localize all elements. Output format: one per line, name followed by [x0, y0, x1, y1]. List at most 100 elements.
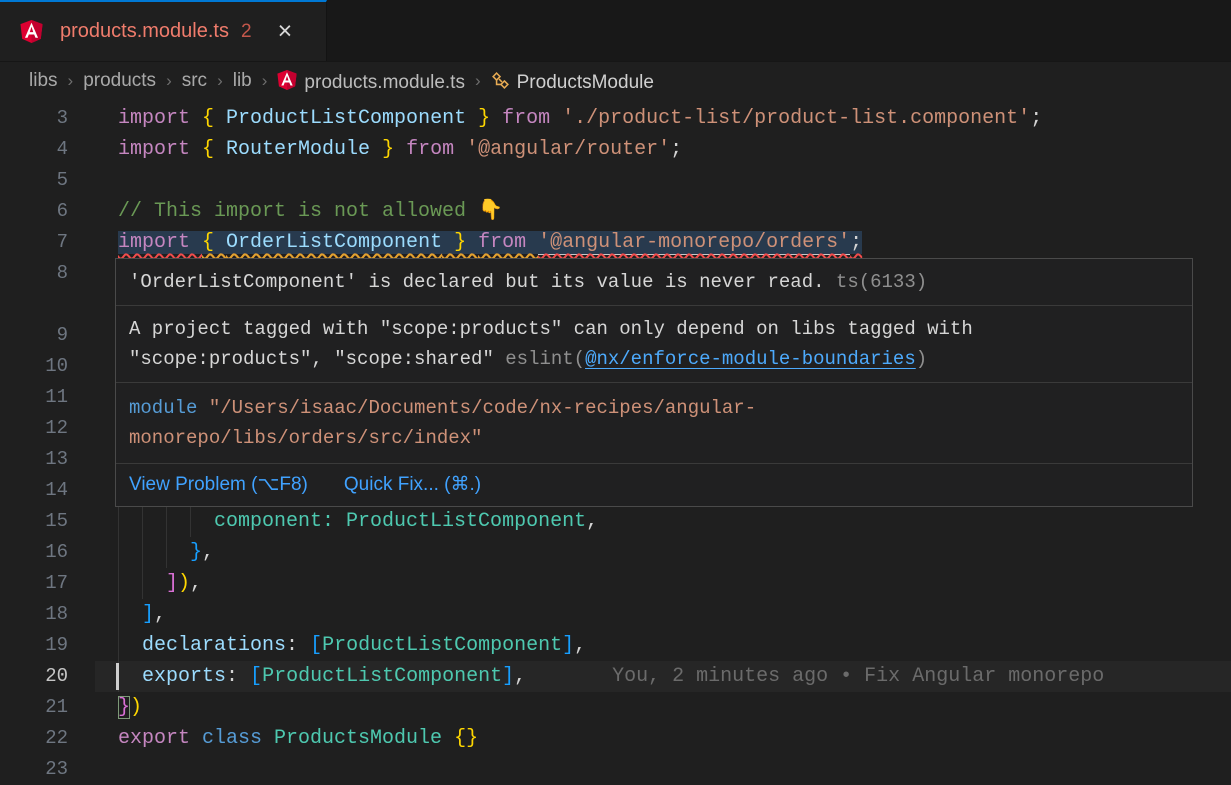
indent-guide	[166, 506, 167, 537]
code-line[interactable]: 6// This import is not allowed 👇	[0, 196, 1231, 227]
line-number[interactable]: 23	[0, 754, 95, 785]
code-token: '@angular-monorepo/orders'	[538, 231, 850, 255]
indent-guide	[142, 506, 143, 537]
module-path-hint: module "/Users/isaac/Documents/code/nx-r…	[116, 383, 1192, 464]
code-token: from	[478, 231, 538, 254]
module-path: "/Users/isaac/Documents/code/nx-recipes/…	[197, 397, 756, 419]
line-number[interactable]: 3	[0, 103, 95, 134]
code-line[interactable]: 18 ],	[0, 599, 1231, 630]
git-blame-annotation: You, 2 minutes ago • Fix Angular monorep…	[612, 665, 1104, 688]
line-content: // This import is not allowed 👇	[95, 196, 1231, 227]
quick-fix-action[interactable]: Quick Fix... (⌘.)	[344, 471, 481, 499]
code-line[interactable]: 22export class ProductsModule {}	[0, 723, 1231, 754]
code-token: import	[118, 138, 202, 161]
error-highlight: import { OrderListComponent } from '@ang…	[118, 231, 862, 254]
diagnostics-hover-popup: 'OrderListComponent' is declared but its…	[115, 258, 1193, 507]
line-number[interactable]: 14	[0, 475, 95, 506]
indent-whitespace	[118, 665, 142, 688]
line-number[interactable]: 12	[0, 413, 95, 444]
line-content: ]),	[95, 568, 1231, 599]
code-token: declarations	[142, 634, 286, 657]
close-icon[interactable]: ×	[278, 19, 293, 44]
line-number[interactable]: 19	[0, 630, 95, 661]
breadcrumb-item-libs[interactable]: libs	[29, 70, 58, 92]
code-line[interactable]: 7 import { OrderListComponent } from '@an…	[0, 227, 1231, 258]
code-token: './product-list/product-list.component'	[562, 107, 1030, 130]
line-number[interactable]: 7	[0, 227, 95, 258]
breadcrumb-item-products[interactable]: products	[83, 70, 156, 92]
line-number[interactable]: 8	[0, 258, 95, 289]
line-content: component: ProductListComponent,	[95, 506, 1231, 537]
eslint-rule-link[interactable]: @nx/enforce-module-boundaries	[585, 348, 916, 370]
code-token: ,	[574, 634, 586, 657]
code-token: ]	[562, 634, 574, 657]
line-number[interactable]: 22	[0, 723, 95, 754]
code-token: }	[370, 138, 406, 161]
code-token: ,	[190, 572, 202, 595]
indent-guide	[142, 537, 143, 568]
line-number[interactable]: 15	[0, 506, 95, 537]
breadcrumb-item-lib[interactable]: lib	[233, 70, 252, 92]
code-line[interactable]: 3import { ProductListComponent } from '.…	[0, 103, 1231, 134]
line-content: exports: [ProductListComponent],You, 2 m…	[95, 661, 1231, 692]
line-content	[95, 754, 1231, 785]
line-number[interactable]: 6	[0, 196, 95, 227]
line-number[interactable]: 17	[0, 568, 95, 599]
code-token: ,	[586, 510, 598, 533]
code-token: '@angular/router'	[466, 138, 670, 161]
indent-whitespace	[118, 541, 190, 564]
line-content: export class ProductsModule {}	[95, 723, 1231, 754]
code-token: )	[130, 696, 142, 719]
module-path-line2: monorepo/libs/orders/src/index"	[129, 423, 1179, 453]
line-number[interactable]: 20	[0, 661, 95, 692]
code-token: ]	[166, 572, 178, 595]
line-number[interactable]: 11	[0, 382, 95, 413]
diagnostic-boundary-message: A project tagged with "scope:products" c…	[116, 306, 1192, 383]
breadcrumb: libs › products › src › lib › products.m…	[0, 62, 1231, 100]
code-line[interactable]: 20 exports: [ProductListComponent],You, …	[0, 661, 1231, 692]
breadcrumb-item-file[interactable]: products.module.ts	[277, 68, 465, 94]
line-number[interactable]: 5	[0, 165, 95, 196]
angular-file-icon	[20, 20, 43, 43]
indent-guide	[118, 506, 119, 537]
code-line[interactable]: 16 },	[0, 537, 1231, 568]
breadcrumb-item-symbol[interactable]: ProductsModule	[491, 69, 654, 94]
line-number[interactable]: 9	[0, 320, 95, 351]
code-line[interactable]: 19 declarations: [ProductListComponent],	[0, 630, 1231, 661]
code-token: ,	[202, 541, 214, 564]
line-number[interactable]: 16	[0, 537, 95, 568]
code-token: RouterModule	[226, 138, 370, 161]
code-line[interactable]: 15 component: ProductListComponent,	[0, 506, 1231, 537]
editor-tab-products-module[interactable]: products.module.ts 2 ×	[0, 0, 327, 61]
code-line[interactable]: 4import { RouterModule } from '@angular/…	[0, 134, 1231, 165]
code-token: ]	[502, 665, 514, 688]
code-token: from	[406, 138, 466, 161]
code-token: ;	[670, 138, 682, 161]
view-problem-action[interactable]: View Problem (⌥F8)	[129, 471, 308, 499]
code-line[interactable]: 5	[0, 165, 1231, 196]
code-token: [	[250, 665, 262, 688]
code-token: {}	[454, 727, 478, 750]
code-line[interactable]: 23	[0, 754, 1231, 785]
code-token: :	[226, 665, 250, 688]
line-content: import { ProductListComponent } from './…	[95, 103, 1231, 134]
breadcrumb-item-src[interactable]: src	[182, 70, 207, 92]
line-number[interactable]: 13	[0, 444, 95, 475]
line-number[interactable]: 10	[0, 351, 95, 382]
line-number[interactable]: 18	[0, 599, 95, 630]
line-number[interactable]	[0, 289, 95, 320]
code-token: ,	[154, 603, 166, 626]
diagnostic-unused-message: 'OrderListComponent' is declared but its…	[116, 259, 1192, 306]
code-token: ProductsModule	[274, 727, 454, 750]
code-line[interactable]: 21})	[0, 692, 1231, 723]
code-token: {	[202, 231, 226, 254]
code-token: ;	[850, 231, 862, 254]
line-content: ],	[95, 599, 1231, 630]
code-line[interactable]: 17 ]),	[0, 568, 1231, 599]
indent-guide	[166, 537, 167, 568]
line-number[interactable]: 4	[0, 134, 95, 165]
tab-filename: products.module.ts	[60, 20, 229, 43]
line-content: import { OrderListComponent } from '@ang…	[95, 227, 1231, 258]
line-number[interactable]: 21	[0, 692, 95, 723]
tab-bar: products.module.ts 2 ×	[0, 0, 1231, 62]
